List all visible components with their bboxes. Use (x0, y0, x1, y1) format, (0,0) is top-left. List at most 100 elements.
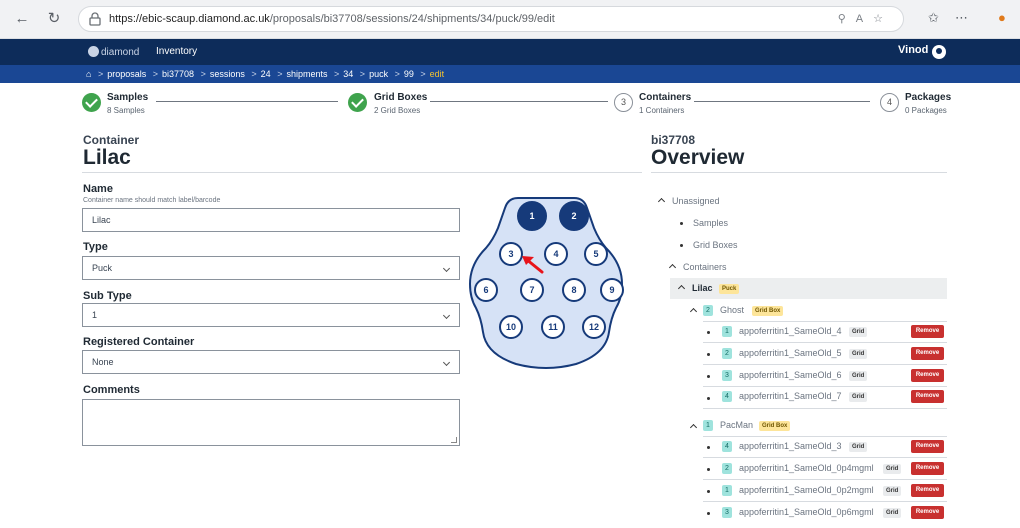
chevron-up-icon[interactable] (668, 263, 677, 272)
step-packages-number[interactable]: 4 (880, 93, 899, 112)
grid-name[interactable]: appoferritin1_SameOld_5 (739, 348, 842, 358)
step-gridboxes-check-icon[interactable] (348, 93, 367, 112)
step-packages-title[interactable]: Packages (905, 92, 951, 103)
grid-tag-badge: Grid (849, 349, 868, 359)
remove-button[interactable]: Remove (911, 347, 944, 360)
overview-title: Overview (651, 146, 745, 169)
remove-button[interactable]: Remove (911, 440, 944, 453)
step-containers-sub: 1 Containers (639, 106, 685, 115)
breadcrumb-shipment[interactable]: 34 (343, 69, 353, 79)
remove-button[interactable]: Remove (911, 484, 944, 497)
grid-position-badge: 3 (722, 370, 732, 381)
step-containers-title[interactable]: Containers (639, 92, 691, 103)
puck-position-label: 7 (529, 285, 534, 295)
type-select[interactable]: Puck (82, 256, 460, 280)
tree-containers[interactable]: Containers (683, 262, 727, 272)
remove-button[interactable]: Remove (911, 390, 944, 403)
chevron-up-icon[interactable] (689, 423, 698, 432)
breadcrumb-proposals[interactable]: proposals (107, 69, 146, 79)
grid-tag-badge: Grid (883, 486, 902, 496)
box-name[interactable]: PacMan (720, 420, 753, 430)
comments-textarea[interactable] (82, 399, 460, 446)
profile-icon[interactable]: ● (998, 10, 1006, 25)
grid-name[interactable]: appoferritin1_SameOld_6 (739, 370, 842, 380)
chevron-down-icon (442, 311, 451, 320)
breadcrumb-shipments[interactable]: shipments (286, 69, 327, 79)
address-bar[interactable]: https://ebic-scaup.diamond.ac.uk/proposa… (78, 6, 904, 32)
step-packages-sub: 0 Packages (905, 106, 947, 115)
grid-tag-badge: Grid (849, 327, 868, 337)
name-help-text: Container name should match label/barcod… (83, 197, 221, 204)
bullet-icon (707, 375, 710, 378)
breadcrumb-container[interactable]: 99 (404, 69, 414, 79)
chevron-up-icon[interactable] (677, 284, 686, 293)
grid-name[interactable]: appoferritin1_SameOld_4 (739, 326, 842, 336)
comments-label: Comments (83, 384, 140, 396)
step-gridboxes-title[interactable]: Grid Boxes (374, 92, 427, 103)
registered-container-label: Registered Container (83, 336, 195, 348)
registered-container-select[interactable]: None (82, 350, 460, 374)
tree-samples[interactable]: Samples (693, 218, 728, 228)
reload-icon[interactable]: ↻ (44, 9, 64, 29)
home-icon[interactable]: ⌂ (86, 69, 91, 79)
grid-tag-badge: Grid (849, 371, 868, 381)
remove-button[interactable]: Remove (911, 325, 944, 338)
subtype-label: Sub Type (83, 290, 132, 302)
breadcrumb-session[interactable]: 24 (261, 69, 271, 79)
step-samples-check-icon[interactable] (82, 93, 101, 112)
divider (703, 408, 947, 409)
puck-position-label: 6 (483, 285, 488, 295)
chevron-up-icon[interactable] (657, 197, 666, 206)
grid-name[interactable]: appoferritin1_SameOld_0p2mgml (739, 485, 874, 495)
breadcrumb: ⌂ > proposals > bi37708 > sessions >24 > shi… (0, 65, 1020, 83)
puck-position-label: 11 (548, 322, 558, 332)
chevron-up-icon[interactable] (689, 307, 698, 316)
puck-position-label: 3 (508, 249, 513, 259)
grid-name[interactable]: appoferritin1_SameOld_0p6mgml (739, 507, 874, 517)
back-icon[interactable]: ← (12, 9, 32, 29)
bullet-icon (680, 244, 683, 247)
tree-grid-boxes[interactable]: Grid Boxes (693, 240, 738, 250)
breadcrumb-puck[interactable]: puck (369, 69, 388, 79)
container-heading-small: Container (83, 133, 140, 147)
bullet-icon (707, 353, 710, 356)
breadcrumb-proposal[interactable]: bi37708 (162, 69, 194, 79)
favorites-icon[interactable]: ✩ (928, 10, 939, 26)
grid-tag-badge: Grid (883, 464, 902, 474)
puck-diagram: 1 23 4 56 7 8 910 11 12 (468, 197, 624, 369)
remove-button[interactable]: Remove (911, 506, 944, 519)
tree-container-row[interactable]: Lilac Puck (670, 278, 947, 299)
remove-button[interactable]: Remove (911, 462, 944, 475)
subtype-selected-value: 1 (92, 310, 98, 320)
grid-name[interactable]: appoferritin1_SameOld_7 (739, 391, 842, 401)
user-name[interactable]: Vinod (898, 44, 928, 56)
url-text: https://ebic-scaup.diamond.ac.uk/proposa… (109, 13, 555, 25)
registered-selected-value: None (92, 357, 114, 367)
grid-name[interactable]: appoferritin1_SameOld_0p4mgml (739, 463, 874, 473)
address-bar-actions[interactable]: ⚲A☆ (838, 12, 893, 25)
grid-position-badge: 3 (722, 507, 732, 518)
bullet-icon (707, 468, 710, 471)
page-title: Lilac (83, 146, 131, 169)
overview-proposal-code: bi37708 (651, 133, 696, 147)
box-position-badge: 2 (703, 305, 713, 316)
remove-button[interactable]: Remove (911, 369, 944, 382)
puck-position-label: 1 (529, 211, 534, 221)
step-connector (694, 101, 870, 102)
extensions-icon[interactable]: ⋯ (955, 10, 968, 26)
puck-position-label: 5 (593, 249, 598, 259)
diamond-logo[interactable]: diamond (88, 46, 139, 58)
name-input[interactable]: Lilac (82, 208, 460, 232)
user-avatar-icon[interactable] (932, 45, 946, 59)
tree-unassigned[interactable]: Unassigned (672, 196, 720, 206)
resize-handle-icon[interactable] (451, 437, 457, 443)
grid-name[interactable]: appoferritin1_SameOld_3 (739, 441, 842, 451)
step-containers-number[interactable]: 3 (614, 93, 633, 112)
breadcrumb-sessions[interactable]: sessions (210, 69, 245, 79)
box-name[interactable]: Ghost (720, 305, 744, 315)
puck-position-label: 12 (589, 322, 599, 332)
subtype-select[interactable]: 1 (82, 303, 460, 327)
step-samples-title[interactable]: Samples (107, 92, 148, 103)
nav-inventory-link[interactable]: Inventory (156, 46, 197, 57)
container-type-badge: Puck (719, 284, 740, 294)
